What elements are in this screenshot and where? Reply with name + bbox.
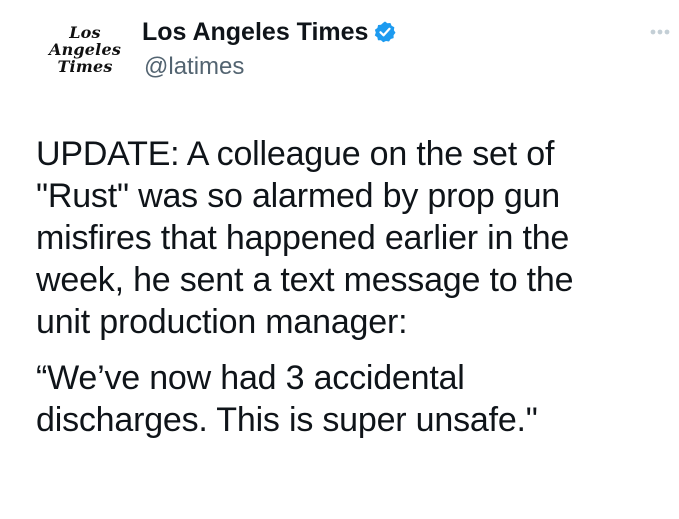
tweet-paragraph-update: UPDATE: A colleague on the set of "Rust"…	[36, 135, 574, 341]
display-name[interactable]: Los Angeles Times	[142, 17, 368, 47]
avatar-text-angeles: Angeles	[48, 39, 122, 59]
account-handle[interactable]: @latimes	[144, 53, 244, 81]
tweet-paragraph-quote: “We’ve now had 3 accidental discharges. …	[36, 359, 538, 439]
avatar[interactable]: Los Angeles Times	[46, 12, 124, 86]
verified-badge-icon	[373, 20, 397, 44]
tweet-text: UPDATE: A colleague on the set of "Rust"…	[36, 133, 676, 441]
tweet-header: Los Angeles Times Los Angeles Times @lat…	[0, 0, 679, 100]
name-row: Los Angeles Times	[142, 17, 397, 47]
avatar-text-times: Times	[57, 56, 113, 76]
avatar-text-los: Los	[69, 22, 101, 42]
more-options-icon[interactable]	[644, 20, 676, 44]
tweet-card: Los Angeles Times Los Angeles Times @lat…	[0, 0, 679, 519]
